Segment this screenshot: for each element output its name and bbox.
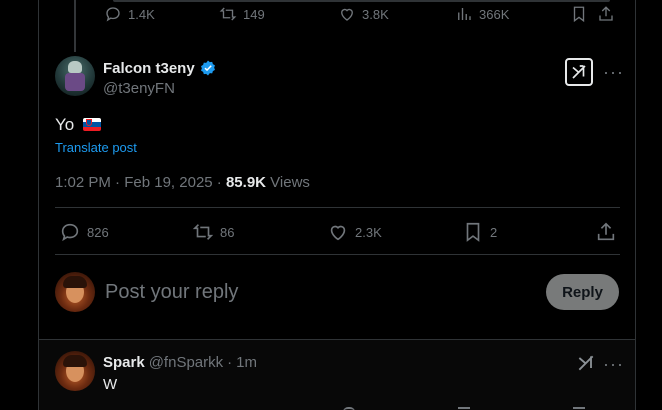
thread-connector [74,0,76,52]
bookmark-button[interactable]: 2 [462,221,497,243]
grok-icon[interactable] [576,353,596,373]
bookmark-count: 2 [490,224,498,240]
main-tweet-text: Yo [55,115,101,135]
reply-author-display-name[interactable]: Spark [103,354,145,371]
prev-media-bottom [113,0,610,2]
bookmark-icon[interactable] [570,5,588,23]
tweet-time[interactable]: 1:02 PM [55,174,111,191]
repost-count: 86 [220,224,235,240]
prev-like-count: 3.8K [362,6,389,22]
main-tweet-actions: 826 86 2.3K 2 [59,220,619,244]
share-icon[interactable] [597,5,615,23]
reply-author-avatar[interactable] [55,351,95,391]
grok-icon[interactable] [565,58,593,86]
like-count: 2.3K [355,224,382,240]
repost-button[interactable]: 86 [192,221,234,243]
like-button[interactable]: 2.3K [327,221,382,243]
reply-count: 826 [87,224,109,240]
prev-reply-button[interactable]: 1.4K [104,5,155,23]
divider [55,254,620,255]
reply-tweet-background [39,340,635,410]
reply-submit-button[interactable]: Reply [546,274,619,310]
reply-icon [106,7,120,22]
main-tweet-text-content: Yo [55,115,75,134]
share-icon[interactable] [595,221,617,243]
meta-separator: · [115,174,121,191]
verified-badge-icon [200,60,215,76]
tweet-date[interactable]: Feb 19, 2025 [124,174,212,191]
reply-icon [61,223,79,242]
prev-views-count: 366K [479,6,510,22]
bookmark-icon [466,222,480,242]
prev-repost-button[interactable]: 149 [219,5,265,23]
meta-separator: · [216,174,222,191]
reply-actions-partial [103,404,620,410]
repost-icon [219,7,237,21]
translate-post-link[interactable]: Translate post [55,140,137,155]
reply-author-handle[interactable]: @fnSparkk [149,354,223,371]
tweet-metadata: 1:02 PM · Feb 19, 2025 · 85.9K Views [55,174,310,191]
prev-repost-count: 149 [243,6,265,22]
reply-author-row: Spark @fnSparkk · 1m [103,354,257,371]
main-author-avatar[interactable] [55,56,95,96]
reply-button[interactable]: 826 [59,221,109,243]
main-author-display-name[interactable]: Falcon t3eny [103,60,195,77]
analytics-icon [458,8,471,20]
reply-more-options-icon[interactable]: ··· [603,354,624,375]
meta-separator: · [227,354,233,371]
divider [55,207,620,208]
views-count: 85.9K [225,174,266,191]
more-options-icon[interactable]: ··· [603,62,624,83]
reply-tweet-text: W [103,376,118,393]
my-avatar[interactable] [55,272,95,312]
heart-icon [330,225,346,241]
slovenia-flag-icon [82,118,101,131]
heart-icon [341,8,353,21]
main-author-name-row: Falcon t3eny [103,59,217,77]
prev-reply-count: 1.4K [128,6,155,22]
repost-icon [192,224,214,240]
prev-like-button[interactable]: 3.8K [338,5,389,23]
reply-input[interactable]: Post your reply [105,281,238,304]
prev-views-button[interactable]: 366K [455,5,509,23]
reply-time[interactable]: 1m [236,354,257,371]
views-label: Views [270,174,310,191]
main-author-handle[interactable]: @t3enyFN [103,80,175,97]
